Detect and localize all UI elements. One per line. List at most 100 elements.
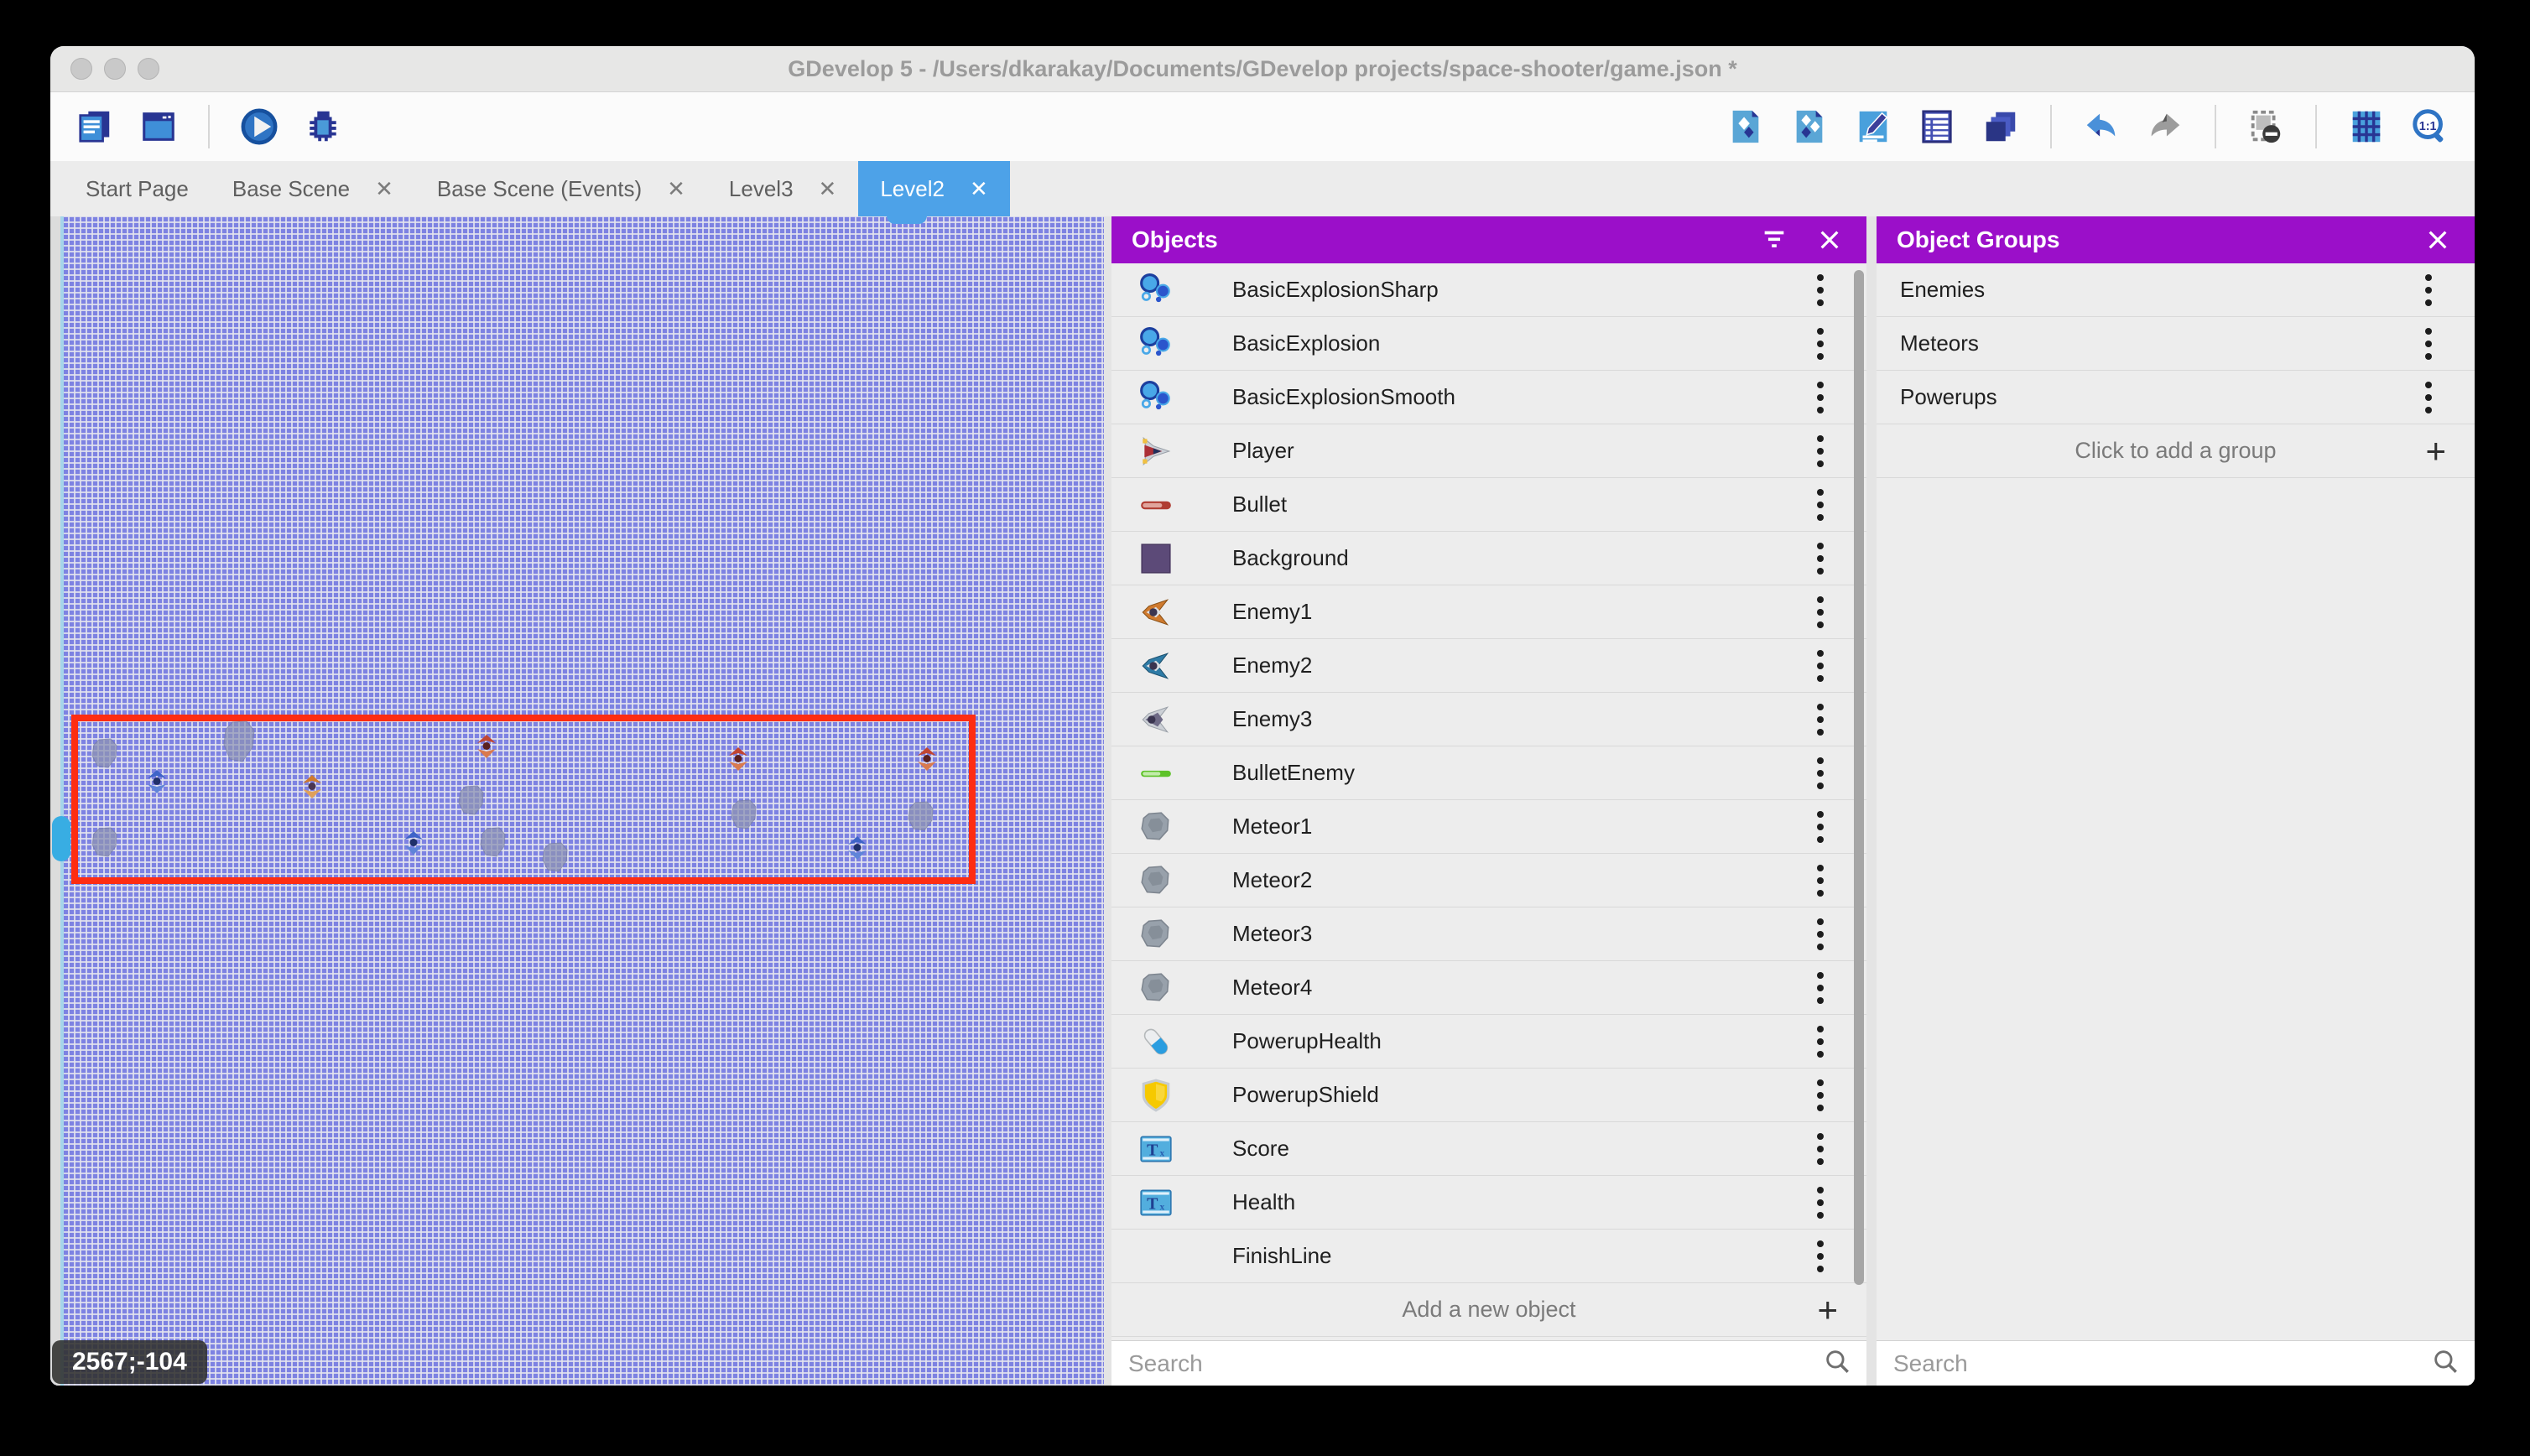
object-row-powerupshield[interactable]: PowerupShield <box>1111 1069 1866 1122</box>
kebab-menu-icon[interactable] <box>1808 328 1833 360</box>
objects-search-input[interactable] <box>1111 1350 1866 1377</box>
kebab-menu-icon[interactable] <box>1808 1240 1833 1272</box>
object-row-bullet[interactable]: Bullet <box>1111 478 1866 532</box>
object-row-enemy1[interactable]: Enemy1 <box>1111 585 1866 639</box>
object-row-meteor2[interactable]: Meteor2 <box>1111 854 1866 907</box>
kebab-menu-icon[interactable] <box>2416 274 2441 306</box>
kebab-menu-icon[interactable] <box>1808 543 1833 575</box>
filter-icon[interactable] <box>1757 223 1791 257</box>
play-preview-icon[interactable] <box>237 104 282 149</box>
tab-close-icon[interactable]: ✕ <box>375 176 393 202</box>
instance-meteor-small[interactable] <box>91 737 119 773</box>
object-groups-icon[interactable] <box>1787 104 1832 149</box>
toggle-grid-icon[interactable] <box>2344 104 2389 149</box>
instance-meteor-large[interactable] <box>222 720 256 767</box>
object-row-bulletenemy[interactable]: BulletEnemy <box>1111 746 1866 800</box>
add-group-button[interactable]: Click to add a group + <box>1877 424 2475 478</box>
kebab-menu-icon[interactable] <box>1808 1133 1833 1165</box>
plus-icon[interactable]: + <box>2425 434 2446 469</box>
properties-icon[interactable] <box>1851 104 1896 149</box>
kebab-menu-icon[interactable] <box>1808 274 1833 306</box>
zoom-original-icon[interactable]: 1:1 <box>2408 104 2453 149</box>
instance-meteor-small[interactable] <box>479 826 508 862</box>
object-row-enemy3[interactable]: Enemy3 <box>1111 693 1866 746</box>
gdevelop-window: GDevelop 5 - /Users/dkarakay/Documents/G… <box>50 46 2475 1386</box>
kebab-menu-icon[interactable] <box>1808 435 1833 467</box>
groups-search-input[interactable] <box>1877 1350 2475 1377</box>
object-row-meteor3[interactable]: Meteor3 <box>1111 907 1866 961</box>
instance-ship-blue[interactable] <box>847 836 867 864</box>
kebab-menu-icon[interactable] <box>1808 918 1833 950</box>
object-row-health[interactable]: TxHealth <box>1111 1176 1866 1230</box>
instance-ship-red[interactable] <box>476 735 497 762</box>
object-row-meteor1[interactable]: Meteor1 <box>1111 800 1866 854</box>
group-row-powerups[interactable]: Powerups <box>1877 371 2475 424</box>
tab-close-icon[interactable]: ✕ <box>667 176 685 202</box>
object-row-finishline[interactable]: FinishLine <box>1111 1230 1866 1283</box>
kebab-menu-icon[interactable] <box>1808 382 1833 413</box>
objects-scrollbar-thumb[interactable] <box>1854 270 1864 1285</box>
cursor-coordinates-readout: 2567;-104 <box>52 1340 207 1384</box>
object-name: Bullet <box>1232 491 1287 517</box>
instance-meteor-small[interactable] <box>541 841 570 877</box>
kebab-menu-icon[interactable] <box>2416 382 2441 413</box>
object-row-basicexplosionsharp[interactable]: BasicExplosionSharp <box>1111 263 1866 317</box>
tab-level2[interactable]: Level2✕ <box>858 161 1009 216</box>
canvas-scrollbar-track[interactable] <box>60 216 64 1386</box>
tab-start-page[interactable]: Start Page <box>64 161 211 216</box>
tab-close-icon[interactable]: ✕ <box>970 176 988 202</box>
instance-meteor-small[interactable] <box>730 798 758 835</box>
close-icon[interactable] <box>1813 223 1846 257</box>
canvas-scrollbar-thumb[interactable] <box>52 816 70 861</box>
project-manager-icon[interactable] <box>72 104 117 149</box>
instance-ship-orange[interactable] <box>302 775 322 803</box>
kebab-menu-icon[interactable] <box>1808 811 1833 843</box>
kebab-menu-icon[interactable] <box>1808 596 1833 628</box>
instance-ship-red[interactable] <box>728 747 748 775</box>
object-row-background[interactable]: Background <box>1111 532 1866 585</box>
redo-icon[interactable] <box>2142 104 2188 149</box>
instance-ship-blue[interactable] <box>403 831 424 859</box>
explosion-icon <box>1138 326 1174 361</box>
kebab-menu-icon[interactable] <box>1808 650 1833 682</box>
object-row-score[interactable]: TxScore <box>1111 1122 1866 1176</box>
instance-ship-red[interactable] <box>917 747 937 775</box>
object-row-basicexplosion[interactable]: BasicExplosion <box>1111 317 1866 371</box>
layers-icon[interactable] <box>1978 104 2023 149</box>
instance-meteor-small[interactable] <box>907 800 935 836</box>
tab-level3[interactable]: Level3✕ <box>707 161 858 216</box>
tab-base-scene[interactable]: Base Scene✕ <box>211 161 415 216</box>
plus-icon[interactable]: + <box>1817 1292 1838 1328</box>
close-icon[interactable] <box>2421 223 2455 257</box>
tab-close-icon[interactable]: ✕ <box>819 176 837 202</box>
tab-base-scene-events-[interactable]: Base Scene (Events)✕ <box>415 161 707 216</box>
object-row-poweruphealth[interactable]: PowerupHealth <box>1111 1015 1866 1069</box>
instance-ship-blue[interactable] <box>147 770 167 798</box>
object-row-basicexplosionsmooth[interactable]: BasicExplosionSmooth <box>1111 371 1866 424</box>
instance-meteor-small[interactable] <box>91 826 119 862</box>
kebab-menu-icon[interactable] <box>1808 1187 1833 1219</box>
object-row-meteor4[interactable]: Meteor4 <box>1111 961 1866 1015</box>
object-row-player[interactable]: Player <box>1111 424 1866 478</box>
scene-canvas[interactable]: 2567;-104 <box>50 216 1104 1386</box>
toggle-window-mask-icon[interactable] <box>2243 104 2288 149</box>
group-row-meteors[interactable]: Meteors <box>1877 317 2475 371</box>
preview-window-icon[interactable] <box>136 104 181 149</box>
kebab-menu-icon[interactable] <box>1808 972 1833 1004</box>
instances-list-icon[interactable] <box>1914 104 1960 149</box>
kebab-menu-icon[interactable] <box>1808 1026 1833 1058</box>
debug-icon[interactable] <box>300 104 346 149</box>
kebab-menu-icon[interactable] <box>1808 757 1833 789</box>
kebab-menu-icon[interactable] <box>1808 865 1833 897</box>
kebab-menu-icon[interactable] <box>2416 328 2441 360</box>
kebab-menu-icon[interactable] <box>1808 489 1833 521</box>
undo-icon[interactable] <box>2079 104 2124 149</box>
instance-meteor-small[interactable] <box>457 784 486 820</box>
objects-editor-icon[interactable] <box>1723 104 1768 149</box>
kebab-menu-icon[interactable] <box>1808 704 1833 736</box>
group-row-enemies[interactable]: Enemies <box>1877 263 2475 317</box>
add-new-object-button[interactable]: Add a new object + <box>1111 1283 1866 1337</box>
object-row-enemy2[interactable]: Enemy2 <box>1111 639 1866 693</box>
object-name: BasicExplosionSharp <box>1232 277 1439 303</box>
kebab-menu-icon[interactable] <box>1808 1079 1833 1111</box>
